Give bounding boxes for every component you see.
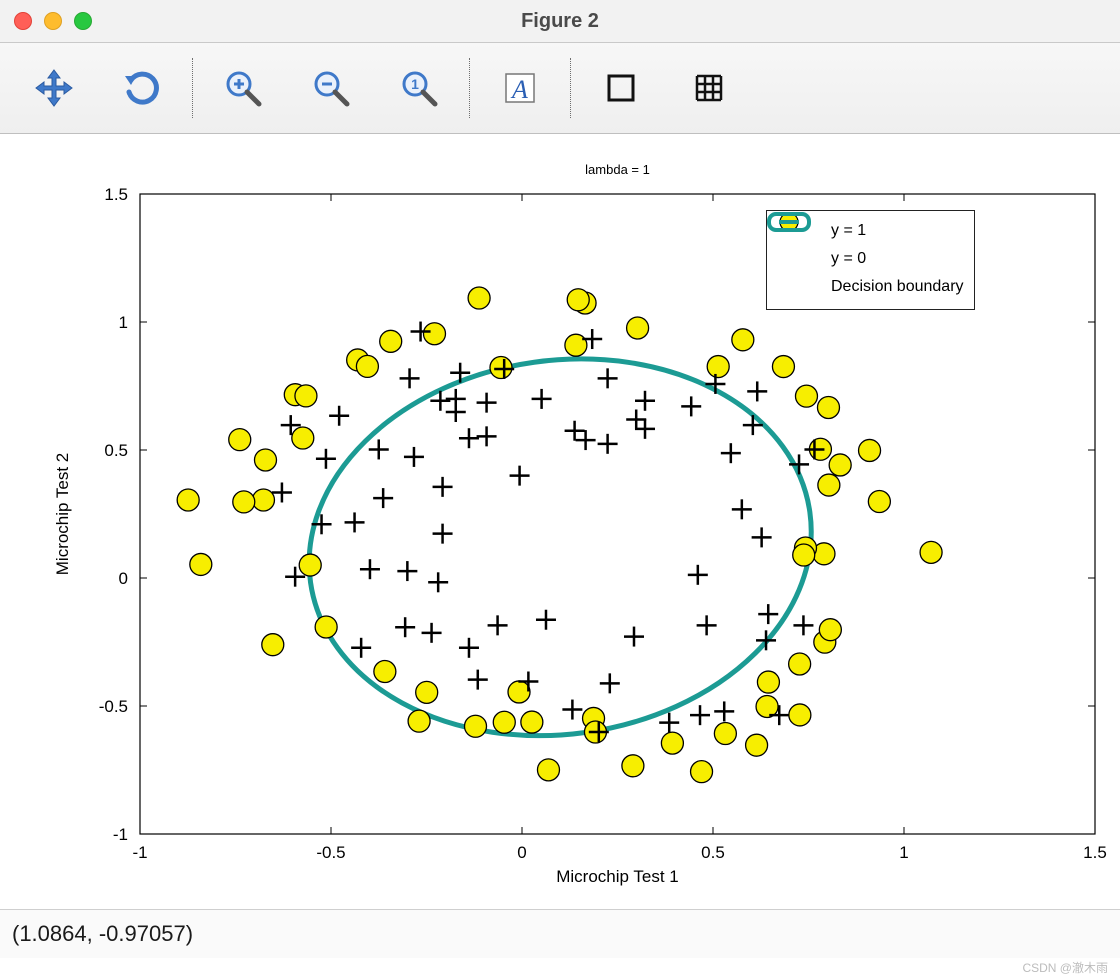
zoom-in-button[interactable] bbox=[219, 64, 267, 112]
rotate-button[interactable] bbox=[118, 64, 166, 112]
window-title: Figure 2 bbox=[0, 10, 1120, 33]
cursor-coordinates: (1.0864, -0.97057) bbox=[12, 921, 193, 947]
svg-text:lambda = 1: lambda = 1 bbox=[585, 162, 650, 177]
titlebar: Figure 2 bbox=[0, 0, 1120, 43]
svg-text:-0.5: -0.5 bbox=[316, 843, 345, 862]
text-annotation-button[interactable]: A bbox=[496, 64, 544, 112]
svg-text:0.5: 0.5 bbox=[701, 843, 725, 862]
statusbar: (1.0864, -0.97057) bbox=[0, 909, 1120, 958]
toolbar-separator bbox=[469, 58, 470, 118]
rotate-icon bbox=[122, 68, 162, 108]
grid-icon bbox=[689, 68, 729, 108]
toolbar: 1 A bbox=[0, 43, 1120, 134]
rectangle-icon bbox=[601, 68, 641, 108]
rectangle-button[interactable] bbox=[597, 64, 645, 112]
grid-button[interactable] bbox=[685, 64, 733, 112]
pan-icon bbox=[34, 68, 74, 108]
svg-text:Microchip Test 2: Microchip Test 2 bbox=[53, 453, 72, 576]
svg-text:Microchip Test 1: Microchip Test 1 bbox=[556, 867, 679, 886]
svg-text:1: 1 bbox=[899, 843, 908, 862]
toolbar-separator bbox=[192, 58, 193, 118]
svg-text:A: A bbox=[510, 75, 528, 104]
svg-text:1.5: 1.5 bbox=[104, 185, 128, 204]
plot-area[interactable]: lambda = 1 -1 -0.5 0 0.5 1 1.5 -1 -0.5 0 0.5 1 1.5 Mi… bbox=[0, 134, 1120, 912]
watermark: CSDN @澈木雨 bbox=[1022, 959, 1108, 976]
svg-text:-1: -1 bbox=[132, 843, 147, 862]
legend[interactable]: y = 1y = 0Decision boundary bbox=[766, 210, 975, 310]
svg-text:0: 0 bbox=[119, 569, 128, 588]
toolbar-separator bbox=[570, 58, 571, 118]
svg-text:1.5: 1.5 bbox=[1083, 843, 1107, 862]
zoom-out-icon bbox=[311, 68, 351, 108]
zoom-out-button[interactable] bbox=[307, 64, 355, 112]
svg-text:-1: -1 bbox=[113, 825, 128, 844]
zoom-reset-button[interactable]: 1 bbox=[395, 64, 443, 112]
svg-text:1: 1 bbox=[119, 313, 128, 332]
svg-text:0: 0 bbox=[517, 843, 526, 862]
svg-text:-0.5: -0.5 bbox=[99, 697, 128, 716]
zoom-reset-icon: 1 bbox=[399, 68, 439, 108]
zoom-in-icon bbox=[223, 68, 263, 108]
svg-text:0.5: 0.5 bbox=[104, 441, 128, 460]
svg-text:1: 1 bbox=[411, 76, 419, 92]
pan-button[interactable] bbox=[30, 64, 78, 112]
text-icon: A bbox=[500, 68, 540, 108]
